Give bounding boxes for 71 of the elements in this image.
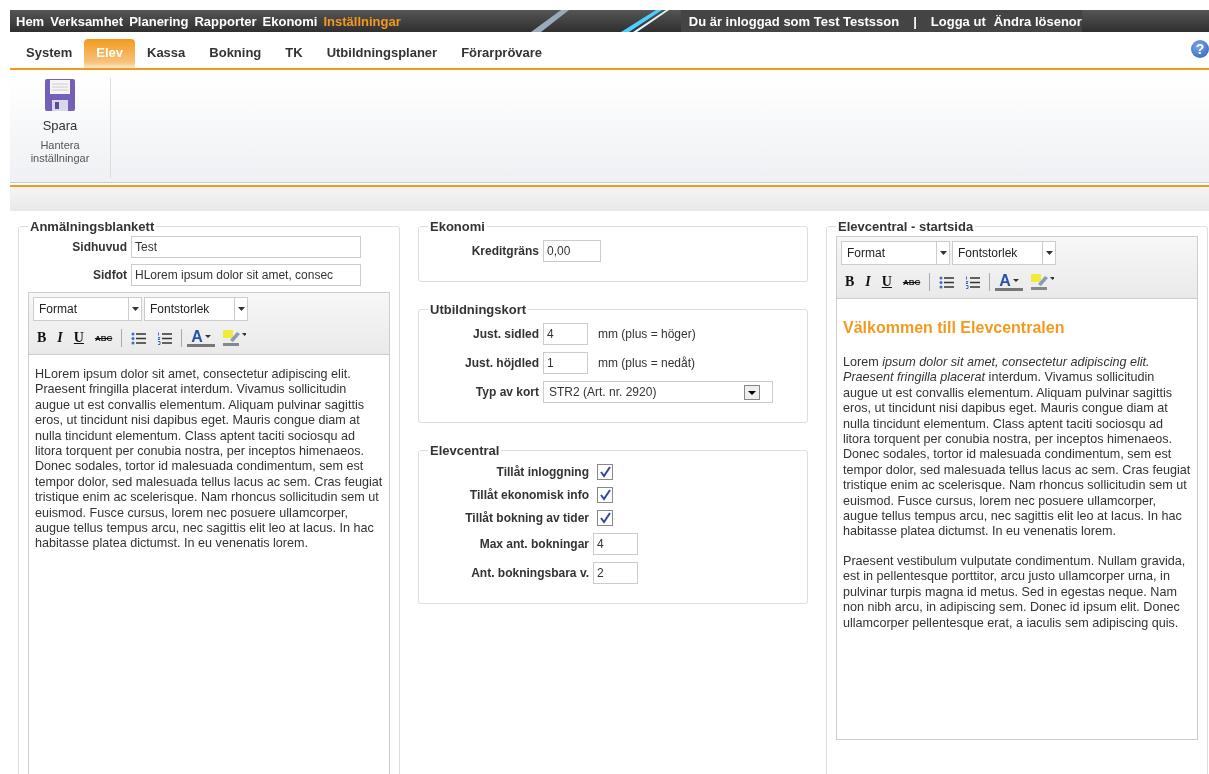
font-color-button[interactable]: A xyxy=(995,273,1023,291)
field-label: Tillåt inloggning xyxy=(495,465,589,479)
italic-button[interactable]: I xyxy=(861,271,875,293)
field-label: Max ant. bokningar xyxy=(478,537,589,551)
input-field[interactable]: 2 xyxy=(593,562,638,584)
caret-icon xyxy=(1045,251,1053,255)
field-label: Tillåt bokning av tider xyxy=(464,511,589,525)
nav-link[interactable]: Planering xyxy=(129,13,189,29)
tab[interactable]: Kassa xyxy=(135,39,198,68)
nav-link[interactable]: Inställningar xyxy=(323,13,401,29)
strikethrough-button[interactable]: ABC xyxy=(898,271,925,293)
font-color-button[interactable]: A xyxy=(187,329,215,347)
body-paragraph: Praesent vestibulum vulputate condimentum. Nullam gravida, est in pellentesque porttitor, arcu justo ullamcorper urna, in pulvinar turpis magna id metus. Sed in egestas neque. Nam non nibh arcu, in adipiscing sem. Donec id ipsum elit. Donec ullamcorper pellentesque erat, a iaculis sem adipiscing quis. xyxy=(843,553,1187,631)
section-title: Ekonomi xyxy=(429,219,486,234)
save-button[interactable]: Spara xyxy=(42,78,78,133)
field-label: Ant. bokningsbara v. xyxy=(470,566,589,580)
underline-button[interactable]: U xyxy=(69,327,88,349)
checkbox[interactable] xyxy=(597,487,613,503)
nav-link[interactable]: Verksamhet xyxy=(50,13,124,29)
caret-icon xyxy=(1012,279,1019,282)
card-type-dropdown[interactable]: STR2 (Art. nr. 2920) xyxy=(543,381,773,403)
nav-link[interactable]: Hem xyxy=(16,13,45,29)
tab[interactable]: Utbildningsplaner xyxy=(314,39,450,68)
bold-button[interactable]: B xyxy=(841,271,859,293)
section-title: Elevcentral - startsida xyxy=(837,219,975,234)
welcome-heading: Välkommen till Elevcentralen xyxy=(843,319,1066,337)
input-field[interactable]: 0,00 xyxy=(543,240,601,262)
nav-link[interactable]: Rapporter xyxy=(194,13,257,29)
unit-hint: mm (plus = nedåt) xyxy=(598,356,696,370)
body-paragraph: HLorem ipsum dolor sit amet, consectetur adipiscing elit. Praesent fringilla placerat interdum. Vivamus sollicitudin augue ut est convallis elementum. Aliquam pulvinar sagittis eros, ut tincidunt nisi dapibus eget. Mauris congue diam at nulla tincidunt elementum. Class aptent taciti sociosqu ad litora torquent per conubia nostra, per inceptos himenaeos. Donec sodales, tortor id malesuada condimentum, sem est tempor dolor, sed malesuada tellus lacus ac sem. Cras feugiat tristique enim ac scelerisque. Nam rhoncus sollicitudin sem ut euismod. Fusce cursus, lorem nec posuere ullamcorper, augue tellus tempus arcu, nec sagittis elit leo at lacus. In hac habitasse platea dictumst. In eu venenatis lorem. xyxy=(35,367,383,552)
account-link[interactable]: Ändra lösenor xyxy=(993,13,1082,29)
underline-button[interactable]: U xyxy=(877,271,896,293)
field-label: Just. sidled xyxy=(471,327,539,341)
unit-hint: mm (plus = höger) xyxy=(598,327,696,341)
input-field[interactable]: HLorem ipsum dolor sit amet, consec xyxy=(131,264,361,286)
nav-link[interactable]: Ekonomi xyxy=(262,13,318,29)
caret-icon xyxy=(939,251,947,255)
format-dropdown[interactable]: Format xyxy=(33,297,142,321)
field-label: Kreditgräns xyxy=(470,244,539,258)
account-link[interactable]: Logga ut xyxy=(930,13,986,29)
caret-icon xyxy=(204,335,211,338)
italic-button[interactable]: I xyxy=(53,327,67,349)
input-field[interactable]: 4 xyxy=(593,533,638,555)
tab[interactable]: Bokning xyxy=(197,39,274,68)
field-label: Sidhuvud xyxy=(71,240,127,254)
field-label: Just. höjdled xyxy=(464,356,539,370)
separator-text: | xyxy=(913,13,917,29)
field-label: Sidfot xyxy=(92,268,127,282)
font-size-dropdown[interactable]: Fontstorlek xyxy=(144,297,248,321)
tab[interactable]: Förarprövare xyxy=(449,39,555,68)
format-dropdown[interactable]: Format xyxy=(841,241,950,265)
tab[interactable]: System xyxy=(14,39,85,68)
logged-in-user-text: Du är inloggad som Test Testsson xyxy=(688,13,900,29)
section-title: Anmälningsblankett xyxy=(29,219,156,234)
input-field[interactable]: Test xyxy=(131,236,361,258)
caret-icon xyxy=(131,307,139,311)
field-label: Tillåt ekonomisk info xyxy=(468,488,589,502)
bold-button[interactable]: B xyxy=(33,327,51,349)
group-caption: Hantera inställningar xyxy=(29,139,91,165)
font-size-dropdown[interactable]: Fontstorlek xyxy=(952,241,1056,265)
field-label: Typ av kort xyxy=(474,385,539,399)
tab[interactable]: TK xyxy=(273,39,315,68)
input-field[interactable]: 1 xyxy=(543,352,588,374)
checkbox[interactable] xyxy=(597,464,613,480)
section-title: Elevcentral xyxy=(429,443,501,458)
section-title: Utbildningskort xyxy=(429,302,528,317)
strikethrough-button[interactable]: ABC xyxy=(90,327,117,349)
checkbox[interactable] xyxy=(597,510,613,526)
caret-icon xyxy=(237,307,245,311)
body-paragraph: Lorem ipsum dolor sit amet, consectetur adipiscing elit. Praesent fringilla placerat interdum. Vivamus sollicitudin augue ut est convallis elementum. Aliquam pulvinar sagittis eros, ut tincidunt nisi dapibus eget. Mauris congue diam at nulla tincidunt elementum. Class aptent taciti sociosqu ad litora torquent per conubia nostra, per inceptos himenaeos. Donec sodales, tortor id malesuada condimentum, sem est tempor dolor, sed malesuada tellus lacus ac sem. Cras feugiat tristique enim ac scelerisque. Nam rhoncus sollicitudin sem ut euismod. Fusce cursus, lorem nec posuere ullamcorper, augue tellus tempus arcu, nec sagittis elit leo at lacus. In hac habitasse platea dictumst. In eu venenatis lorem. xyxy=(843,355,1191,540)
input-field[interactable]: 4 xyxy=(543,323,588,345)
